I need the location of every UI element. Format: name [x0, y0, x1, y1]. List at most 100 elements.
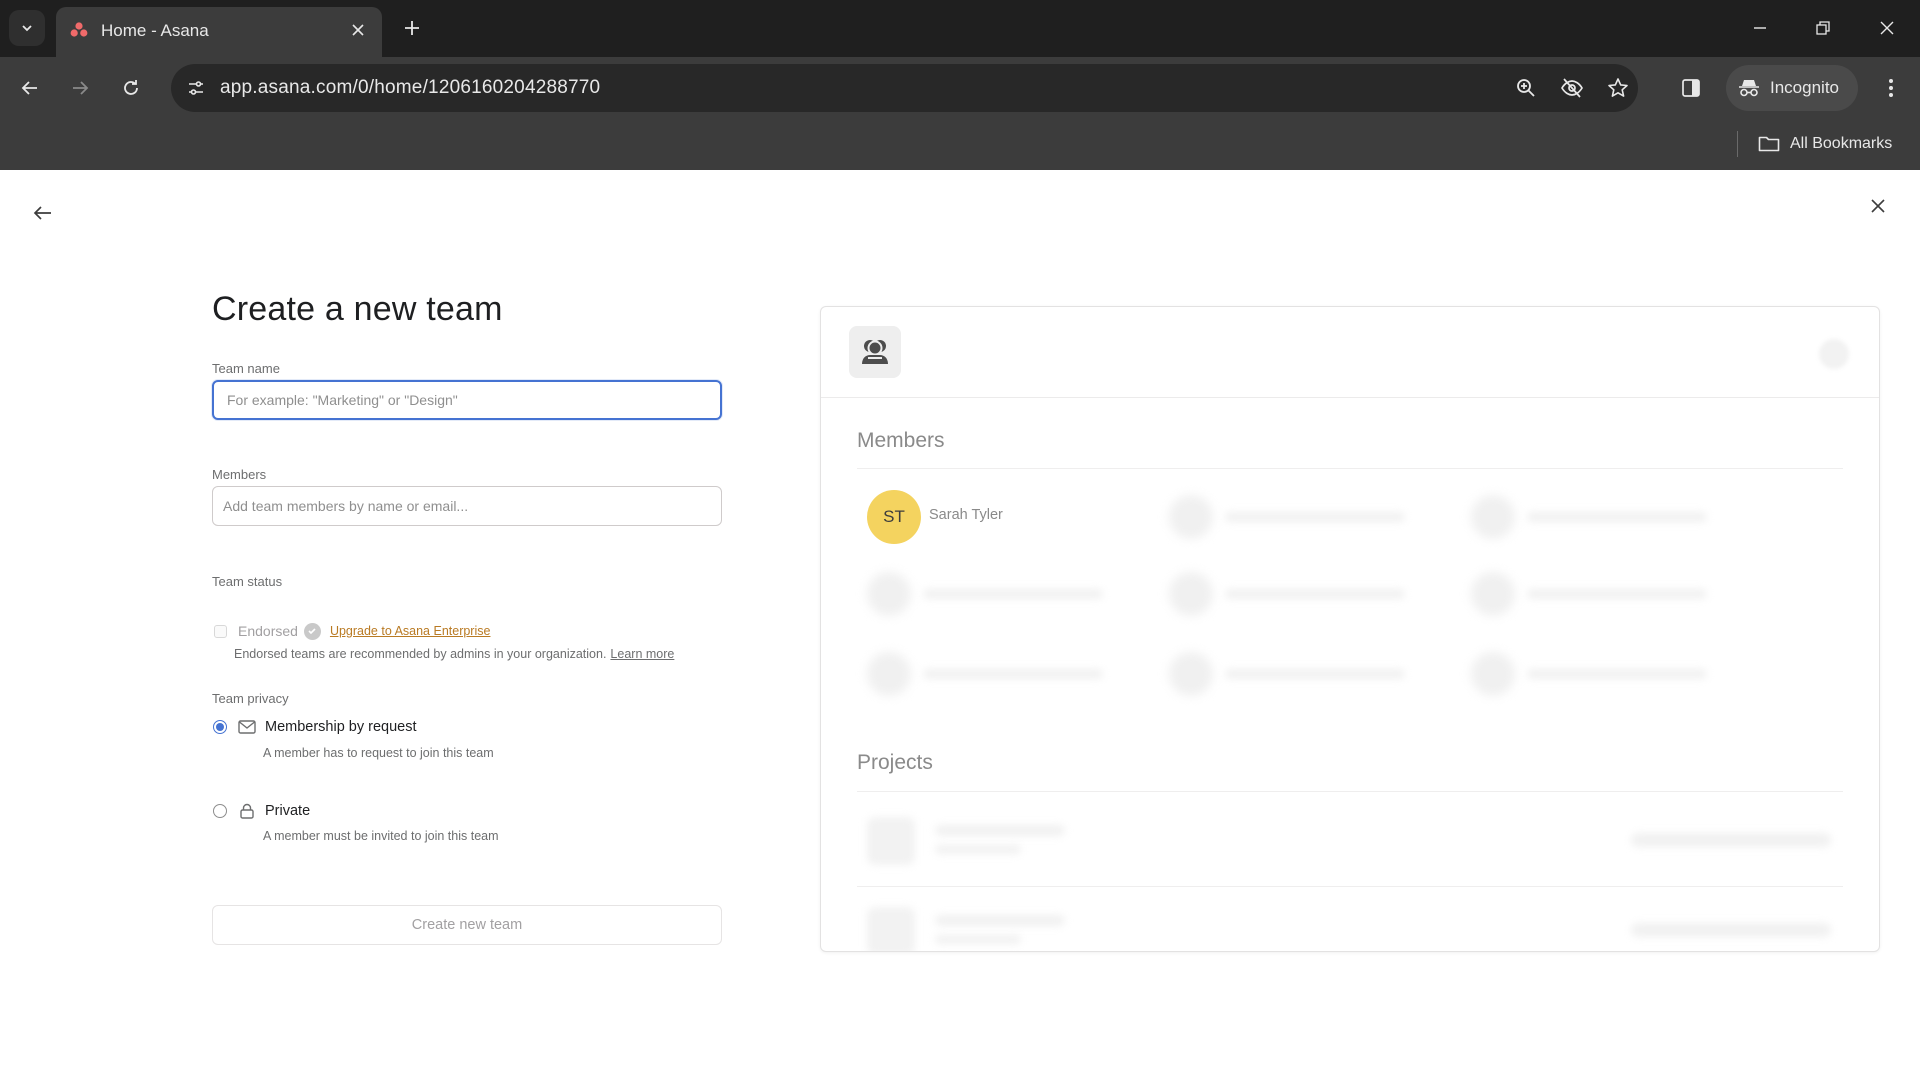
avatar: ST: [867, 490, 921, 544]
reload-icon: [124, 80, 138, 95]
side-panel-icon: [1682, 79, 1700, 97]
team-name-label: Team name: [212, 361, 280, 376]
placeholder-line: [935, 935, 1021, 944]
close-icon: [352, 24, 364, 36]
private-option-label: Private: [265, 803, 311, 819]
placeholder-line: [1631, 923, 1831, 937]
placeholder-project-icon: [867, 817, 915, 865]
projects-divider: [857, 791, 1843, 792]
upgrade-enterprise-link[interactable]: Upgrade to Asana Enterprise: [330, 624, 491, 638]
placeholder-line: [935, 825, 1065, 836]
placeholder-line: [923, 589, 1103, 599]
bookmark-star-button[interactable]: [1603, 73, 1633, 103]
new-tab-button[interactable]: [396, 12, 428, 44]
folder-icon: [1758, 136, 1780, 152]
placeholder-line: [1225, 512, 1405, 522]
request-option-label: Membership by request: [265, 719, 417, 735]
create-new-team-button[interactable]: Create new team: [212, 905, 722, 945]
envelope-icon: [238, 718, 256, 736]
placeholder-avatar: [1471, 495, 1515, 539]
eye-off-icon: [1561, 78, 1583, 98]
tab-close-button[interactable]: [344, 16, 372, 44]
placeholder-avatar: [1169, 495, 1213, 539]
back-arrow-button[interactable]: [26, 196, 60, 230]
star-icon: [1608, 78, 1628, 97]
reload-button[interactable]: [112, 69, 150, 107]
close-icon: [1871, 199, 1885, 213]
restore-button[interactable]: [1805, 10, 1841, 46]
placeholder-avatar: [867, 572, 911, 616]
preview-header: [821, 307, 1879, 398]
url-text: app.asana.com/0/home/1206160204288770: [220, 77, 601, 98]
endorsed-help-text: Endorsed teams are recommended by admins…: [234, 647, 674, 661]
browser-menu-button[interactable]: [1872, 69, 1910, 107]
incognito-indicator[interactable]: Incognito: [1726, 65, 1858, 111]
placeholder-project-icon: [867, 907, 915, 951]
create-team-page: Create a new team Team name Members Team…: [0, 170, 1920, 1080]
members-input[interactable]: [212, 486, 722, 526]
zoom-button[interactable]: [1511, 73, 1541, 103]
window-close-button[interactable]: [1869, 10, 1905, 46]
minimize-icon: [1754, 27, 1766, 29]
team-name-input[interactable]: [212, 380, 722, 420]
preview-members-heading: Members: [857, 429, 945, 452]
placeholder-line: [1527, 669, 1707, 679]
browser-tab-active[interactable]: Home - Asana: [56, 7, 382, 57]
placeholder-avatar: [1169, 572, 1213, 616]
endorsed-row: Endorsed Upgrade to Asana Enterprise: [212, 620, 490, 642]
private-radio[interactable]: [213, 804, 227, 818]
arrow-left-icon: [21, 81, 37, 95]
member-name: Sarah Tyler: [929, 507, 1003, 523]
plus-icon: [405, 21, 419, 35]
members-label: Members: [212, 467, 267, 482]
placeholder-line: [1527, 512, 1707, 522]
tracking-protection-button[interactable]: [1557, 73, 1587, 103]
request-radio[interactable]: [213, 720, 227, 734]
site-info-button[interactable]: [179, 71, 213, 105]
preview-placeholder-dot: [1819, 339, 1849, 369]
placeholder-line: [1631, 833, 1831, 847]
tune-icon: [189, 81, 203, 95]
tab-search-button[interactable]: [9, 10, 45, 46]
endorsed-help-sentence: Endorsed teams are recommended by admins…: [234, 647, 607, 661]
lock-icon: [238, 802, 256, 820]
project-row-divider: [857, 886, 1843, 887]
browser-chrome: Home - Asana app.asana.com/0/home/120616…: [0, 0, 1920, 170]
team-preview-card: Members ST Sarah Tyler Projects: [820, 306, 1880, 952]
privacy-option-request[interactable]: Membership by request: [212, 715, 417, 739]
placeholder-line: [935, 845, 1021, 854]
placeholder-line: [1225, 589, 1405, 599]
preview-projects-heading: Projects: [857, 751, 933, 774]
back-button[interactable]: [11, 69, 49, 107]
zoom-icon: [1517, 79, 1535, 97]
request-option-description: A member has to request to join this tea…: [263, 746, 494, 760]
tab-strip: Home - Asana: [0, 0, 1920, 57]
side-panel-button[interactable]: [1672, 69, 1710, 107]
asana-logo-icon: [70, 22, 88, 37]
placeholder-line: [1527, 589, 1707, 599]
forward-button[interactable]: [61, 69, 99, 107]
chevron-down-icon: [22, 25, 32, 32]
endorsed-label: Endorsed: [238, 623, 298, 639]
minimize-button[interactable]: [1742, 10, 1778, 46]
all-bookmarks-button[interactable]: All Bookmarks: [1758, 129, 1892, 159]
endorsed-checkbox[interactable]: [214, 624, 227, 638]
placeholder-line: [1225, 669, 1405, 679]
learn-more-link[interactable]: Learn more: [610, 647, 674, 661]
team-status-label: Team status: [212, 574, 283, 589]
close-dialog-button[interactable]: [1862, 190, 1894, 222]
arrow-right-icon: [73, 81, 89, 95]
members-divider: [857, 468, 1843, 469]
restore-icon: [1816, 21, 1830, 35]
placeholder-line: [935, 915, 1065, 926]
close-icon: [1880, 21, 1894, 35]
check-icon: [308, 628, 317, 635]
privacy-option-private[interactable]: Private: [212, 799, 310, 823]
address-bar[interactable]: app.asana.com/0/home/1206160204288770: [171, 64, 1638, 112]
bookmarks-separator: [1737, 131, 1738, 157]
team-privacy-label: Team privacy: [212, 691, 289, 706]
all-bookmarks-label: All Bookmarks: [1790, 135, 1893, 152]
browser-toolbar: app.asana.com/0/home/1206160204288770 In…: [0, 57, 1920, 119]
placeholder-avatar: [1471, 652, 1515, 696]
team-icon: [849, 326, 901, 378]
